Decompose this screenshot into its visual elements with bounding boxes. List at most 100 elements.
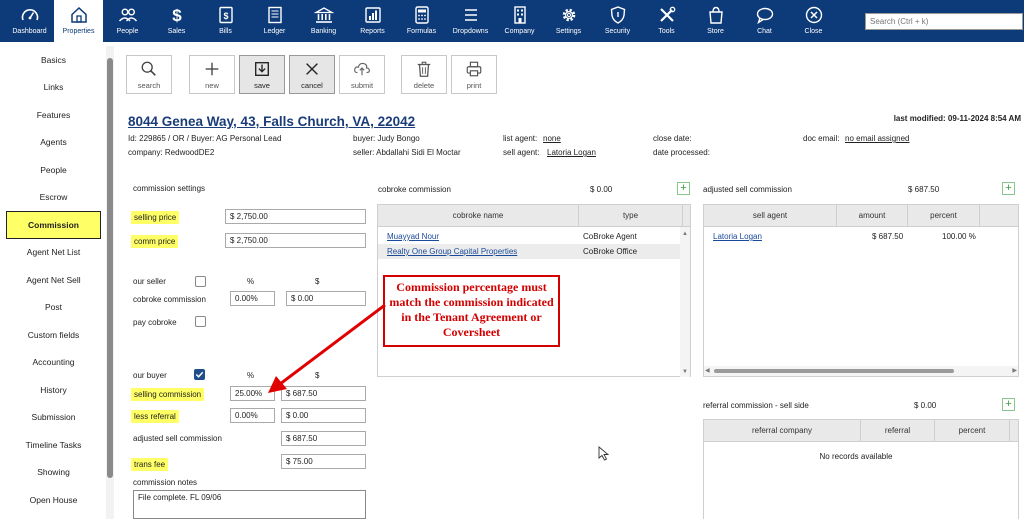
nav-sales-button[interactable]: $ Sales xyxy=(152,0,201,42)
sidebar-item-accounting[interactable]: Accounting xyxy=(0,349,107,377)
referral-column[interactable]: referral xyxy=(861,420,935,442)
adjusted-sell-commission-field[interactable] xyxy=(281,431,366,446)
nav-store-button[interactable]: Store xyxy=(691,0,740,42)
selling-price-label: selling price xyxy=(131,211,180,224)
nav-reports-button[interactable]: Reports xyxy=(348,0,397,42)
table-row[interactable]: Muayyad Nour CoBroke Agent xyxy=(378,229,681,244)
our-buyer-checkbox[interactable] xyxy=(194,369,205,380)
sidebar-item-showing[interactable]: Showing xyxy=(0,459,107,487)
nav-label: Company xyxy=(504,28,535,35)
less-referral-pct-field[interactable] xyxy=(230,408,275,423)
nav-people-button[interactable]: People xyxy=(103,0,152,42)
nav-bills-button[interactable]: $ Bills xyxy=(201,0,250,42)
checkmark-icon xyxy=(195,371,204,378)
nav-dashboard-button[interactable]: Dashboard xyxy=(5,0,54,42)
sell-agent-link[interactable]: Latoria Logan xyxy=(547,148,596,157)
svg-text:$: $ xyxy=(172,6,182,25)
sidebar-item-basics[interactable]: Basics xyxy=(0,46,107,74)
percent-column[interactable]: percent xyxy=(908,205,980,227)
sidebar-item-features[interactable]: Features xyxy=(0,101,107,129)
list-agent-link[interactable]: none xyxy=(543,134,561,143)
comm-price-field[interactable] xyxy=(225,233,366,248)
add-sell-agent-button[interactable]: + xyxy=(1002,182,1015,195)
sell-agent-column[interactable]: sell agent xyxy=(704,205,837,227)
scroll-down-arrow-icon[interactable]: ▼ xyxy=(682,369,688,375)
sidebar-item-commission[interactable]: Commission xyxy=(6,211,101,239)
nav-dropdowns-button[interactable]: Dropdowns xyxy=(446,0,495,42)
chat-icon xyxy=(756,7,773,25)
sidebar-item-agent-net-sell[interactable]: Agent Net Sell xyxy=(0,266,107,294)
cancel-button[interactable]: cancel xyxy=(289,55,335,94)
sidebar-item-custom-fields[interactable]: Custom fields xyxy=(0,321,107,349)
cobroke-name-link[interactable]: Muayyad Nour xyxy=(387,229,439,244)
amount-column[interactable]: amount xyxy=(837,205,908,227)
nav-chat-button[interactable]: Chat xyxy=(740,0,789,42)
property-id: Id: 229865 / OR / Buyer: AG Personal Lea… xyxy=(128,134,282,143)
cobroke-table-scrollbar[interactable]: ▲ ▼ xyxy=(680,227,690,377)
sidebar-item-submission[interactable]: Submission xyxy=(0,404,107,432)
cobroke-name-link[interactable]: Realty One Group Capital Properties xyxy=(387,244,517,259)
cobroke-type-column[interactable]: type xyxy=(579,205,683,227)
nav-security-button[interactable]: Security xyxy=(593,0,642,42)
print-button[interactable]: print xyxy=(451,55,497,94)
adjusted-table-horizontal-scrollbar[interactable]: ◀ ▶ xyxy=(704,366,1018,376)
new-button[interactable]: new xyxy=(189,55,235,94)
book-icon xyxy=(267,6,282,24)
seller: seller: Abdallahi Sidi El Moctar xyxy=(353,148,461,157)
buyer-pct-header: % xyxy=(247,371,255,380)
nav-label: People xyxy=(116,28,139,35)
selling-price-field[interactable] xyxy=(225,209,366,224)
commission-notes-textarea[interactable]: File complete. FL 09/06 xyxy=(133,490,366,519)
our-seller-checkbox[interactable] xyxy=(195,276,206,287)
referral-percent-column[interactable]: percent xyxy=(935,420,1010,442)
sidebar-item-agent-net-list[interactable]: Agent Net List xyxy=(0,239,107,267)
sidebar-item-history[interactable]: History xyxy=(0,376,107,404)
nav-label: Banking xyxy=(310,28,337,35)
sidebar-item-agents[interactable]: Agents xyxy=(0,129,107,157)
table-row[interactable]: Latoria Logan $ 687.50 100.00 % xyxy=(704,229,1004,244)
cobroke-name-column[interactable]: cobroke name xyxy=(378,205,579,227)
add-referral-button[interactable]: + xyxy=(1002,398,1015,411)
delete-button[interactable]: delete xyxy=(401,55,447,94)
table-row[interactable]: Realty One Group Capital Properties CoBr… xyxy=(378,244,681,259)
nav-tools-button[interactable]: Tools xyxy=(642,0,691,42)
close-date: close date: xyxy=(653,134,692,143)
nav-label: Properties xyxy=(62,28,95,35)
nav-label: Bills xyxy=(219,28,232,35)
less-referral-amount-field[interactable] xyxy=(281,408,366,423)
add-cobroke-button[interactable]: + xyxy=(677,182,690,195)
sidebar-item-links[interactable]: Links xyxy=(0,74,107,102)
referral-company-column[interactable]: referral company xyxy=(704,420,861,442)
sell-agent-label: sell agent: xyxy=(503,148,540,157)
trans-fee-field[interactable] xyxy=(281,454,366,469)
scroll-left-arrow-icon[interactable]: ◀ xyxy=(705,367,710,374)
sell-agent-link[interactable]: Latoria Logan xyxy=(713,229,762,244)
sidebar-scrollbar-thumb[interactable] xyxy=(107,58,113,478)
scroll-up-arrow-icon[interactable]: ▲ xyxy=(682,231,688,237)
nav-settings-button[interactable]: Settings xyxy=(544,0,593,42)
sidebar: Basics Links Features Agents People Escrow Com… xyxy=(0,46,107,519)
people-icon xyxy=(118,8,137,22)
property-title-link[interactable]: 8044 Genea Way, 43, Falls Church, VA, 22… xyxy=(128,114,415,129)
nav-banking-button[interactable]: Banking xyxy=(299,0,348,42)
nav-ledger-button[interactable]: Ledger xyxy=(250,0,299,42)
horizontal-scrollbar-thumb[interactable] xyxy=(714,369,954,373)
scroll-right-arrow-icon[interactable]: ▶ xyxy=(1012,367,1017,374)
submit-button[interactable]: submit xyxy=(339,55,385,94)
pay-cobroke-checkbox[interactable] xyxy=(195,316,206,327)
global-search-input[interactable] xyxy=(865,13,1023,30)
sidebar-item-escrow[interactable]: Escrow xyxy=(0,184,107,212)
building-icon xyxy=(513,6,526,24)
nav-properties-button[interactable]: Properties xyxy=(54,0,103,42)
nav-formulas-button[interactable]: Formulas xyxy=(397,0,446,42)
search-button[interactable]: search xyxy=(126,55,172,94)
sidebar-item-timeline-tasks[interactable]: Timeline Tasks xyxy=(0,431,107,459)
nav-company-button[interactable]: Company xyxy=(495,0,544,42)
seller-pct-header: % xyxy=(247,277,255,286)
sidebar-item-people[interactable]: People xyxy=(0,156,107,184)
sidebar-item-post[interactable]: Post xyxy=(0,294,107,322)
doc-email-link[interactable]: no email assigned xyxy=(845,134,909,143)
save-button[interactable]: save xyxy=(239,55,285,94)
nav-close-button[interactable]: Close xyxy=(789,0,838,42)
sidebar-item-open-house[interactable]: Open House xyxy=(0,486,107,514)
